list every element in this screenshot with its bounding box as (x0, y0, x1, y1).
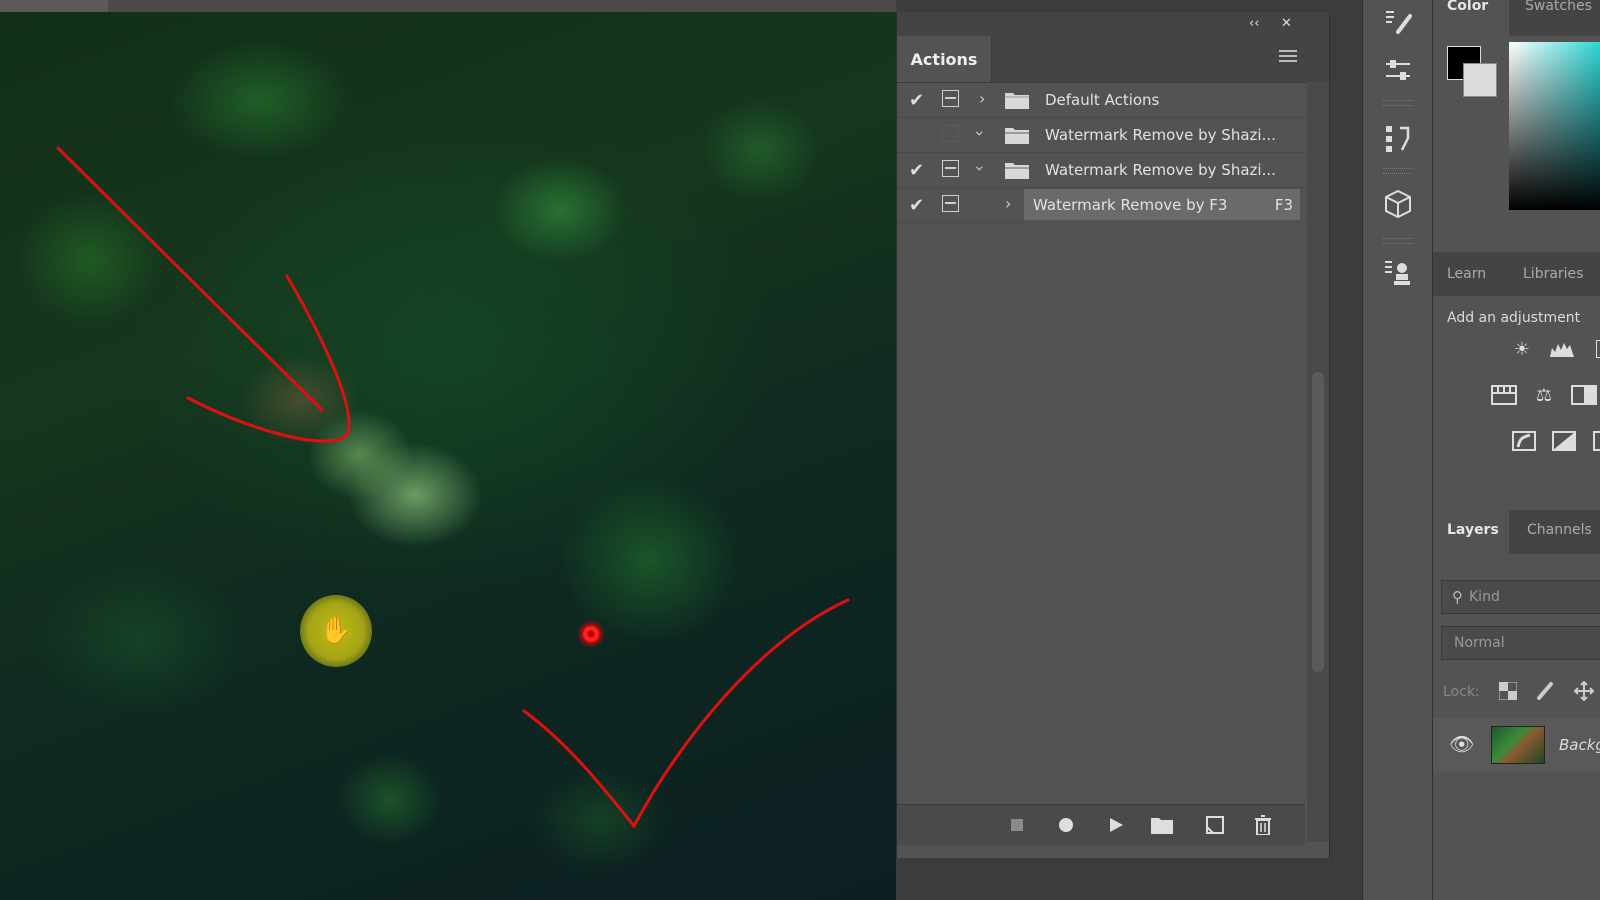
scrollbar-thumb[interactable] (1312, 372, 1324, 672)
color-balance-icon[interactable]: ⚖ (1531, 384, 1557, 406)
actions-panel: ‹‹ ✕ Actions ✔ › Default Actions › Water… (896, 12, 1330, 858)
background-color-swatch[interactable] (1463, 63, 1497, 97)
annotation-checkmark (522, 598, 850, 829)
tab-libraries[interactable]: Libraries (1523, 266, 1583, 282)
action-set-label: Default Actions (1045, 91, 1160, 109)
right-panel-dock: Color Swatches Learn Libraries Add an ad… (1432, 0, 1600, 900)
chevron-right-icon[interactable]: › (1005, 194, 1011, 213)
eye-icon[interactable]: 👁 (1449, 732, 1474, 756)
lock-transparency-icon[interactable] (1495, 680, 1521, 702)
check-icon[interactable]: ✔ (909, 160, 925, 181)
action-list: ✔ › Default Actions › Watermark Remove b… (897, 83, 1305, 223)
levels-icon[interactable] (1549, 338, 1575, 360)
action-label: Watermark Remove by F3 (1033, 196, 1228, 214)
brightness-icon[interactable]: ☀ (1509, 338, 1535, 360)
history-icon[interactable] (1380, 120, 1416, 156)
panel-tab-row: Actions (897, 36, 1329, 83)
annotation-overlay (56, 146, 850, 829)
layer-filter-field[interactable]: ⚲ Kind (1441, 580, 1600, 614)
properties-icon[interactable] (1380, 52, 1416, 88)
check-icon[interactable]: ✔ (909, 195, 925, 216)
search-icon: ⚲ (1452, 588, 1463, 606)
click-indicator-icon (577, 620, 605, 648)
tab-layers[interactable]: Layers (1447, 522, 1499, 538)
selective-color-icon[interactable] (1587, 430, 1600, 452)
tab-actions[interactable]: Actions (897, 36, 992, 82)
new-set-icon[interactable] (1150, 813, 1174, 837)
chevron-right-icon[interactable]: › (979, 89, 985, 108)
brush-settings-icon[interactable] (1380, 4, 1416, 40)
check-icon[interactable]: ✔ (909, 90, 925, 111)
action-set-label: Watermark Remove by Shazi... (1045, 126, 1276, 144)
panel-scrollbar[interactable] (1307, 82, 1329, 842)
lock-label: Lock: (1443, 684, 1480, 700)
dialog-toggle-icon[interactable] (942, 195, 959, 212)
stop-icon[interactable] (1005, 813, 1029, 837)
action-set-row[interactable]: ✔ › Default Actions (897, 83, 1305, 118)
curves-icon[interactable] (1589, 338, 1600, 360)
lock-position-icon[interactable] (1571, 680, 1597, 702)
3d-cube-icon[interactable] (1380, 186, 1416, 222)
dialog-toggle-icon[interactable] (942, 90, 959, 107)
chevron-down-icon[interactable]: › (971, 165, 990, 171)
tab-color[interactable]: Color (1447, 0, 1488, 14)
action-set-label: Watermark Remove by Shazi... (1045, 161, 1276, 179)
new-action-icon[interactable] (1203, 813, 1227, 837)
layer-name: Backg (1559, 736, 1600, 754)
tab-swatches[interactable]: Swatches (1525, 0, 1592, 14)
hue-saturation-icon[interactable] (1491, 384, 1517, 406)
blend-mode-value: Normal (1454, 635, 1505, 651)
action-set-row[interactable]: › Watermark Remove by Shazi... (897, 118, 1305, 153)
lock-pixels-icon[interactable] (1533, 680, 1559, 702)
close-panel-icon[interactable]: ✕ (1281, 16, 1292, 31)
layers-tab-bar: Layers Channels (1433, 510, 1600, 554)
separator (1383, 238, 1413, 244)
clone-source-icon[interactable] (1380, 254, 1416, 290)
separator (1383, 100, 1413, 106)
dialog-toggle-icon[interactable] (942, 160, 959, 177)
chevron-down-icon[interactable]: › (971, 130, 990, 136)
hand-cursor-icon: ✋ (300, 595, 372, 667)
gradient-map-icon[interactable] (1551, 430, 1577, 452)
color-picker-field[interactable] (1509, 42, 1600, 210)
folder-open-icon (1005, 163, 1029, 179)
invert-icon[interactable] (1511, 430, 1537, 452)
separator (1383, 168, 1413, 174)
shortcut-key: F3 (1274, 196, 1293, 214)
layer-row[interactable]: 👁 Backg (1433, 718, 1600, 772)
play-icon[interactable] (1104, 813, 1128, 837)
action-row-selected[interactable]: ✔ › Watermark Remove by F3 F3 (897, 188, 1305, 223)
annotation-arrow-shaft (56, 146, 324, 412)
folder-icon (1005, 93, 1029, 109)
record-icon[interactable] (1054, 813, 1078, 837)
adjustments-heading: Add an adjustment (1447, 310, 1581, 326)
panel-header: ‹‹ ✕ (897, 12, 1329, 36)
action-set-row[interactable]: ✔ › Watermark Remove by Shazi... (897, 153, 1305, 188)
color-tab-bar: Color Swatches (1433, 0, 1600, 36)
document-canvas[interactable]: ✋ (0, 0, 896, 900)
layer-thumbnail (1491, 726, 1545, 764)
black-white-icon[interactable] (1571, 384, 1597, 406)
tab-learn[interactable]: Learn (1447, 266, 1486, 282)
blend-mode-select[interactable]: Normal (1441, 626, 1600, 660)
panel-menu-icon[interactable] (1279, 50, 1297, 64)
actions-footer-toolbar (897, 804, 1305, 845)
folder-open-icon (1005, 128, 1029, 144)
tab-channels[interactable]: Channels (1527, 522, 1592, 538)
panel-icon-column (1362, 0, 1434, 900)
collapse-panel-icon[interactable]: ‹‹ (1249, 16, 1259, 31)
learn-tab-bar: Learn Libraries (1433, 252, 1600, 296)
filter-kind-label: Kind (1469, 589, 1500, 605)
dialog-toggle-icon[interactable] (942, 125, 959, 142)
delete-icon[interactable] (1251, 813, 1275, 837)
